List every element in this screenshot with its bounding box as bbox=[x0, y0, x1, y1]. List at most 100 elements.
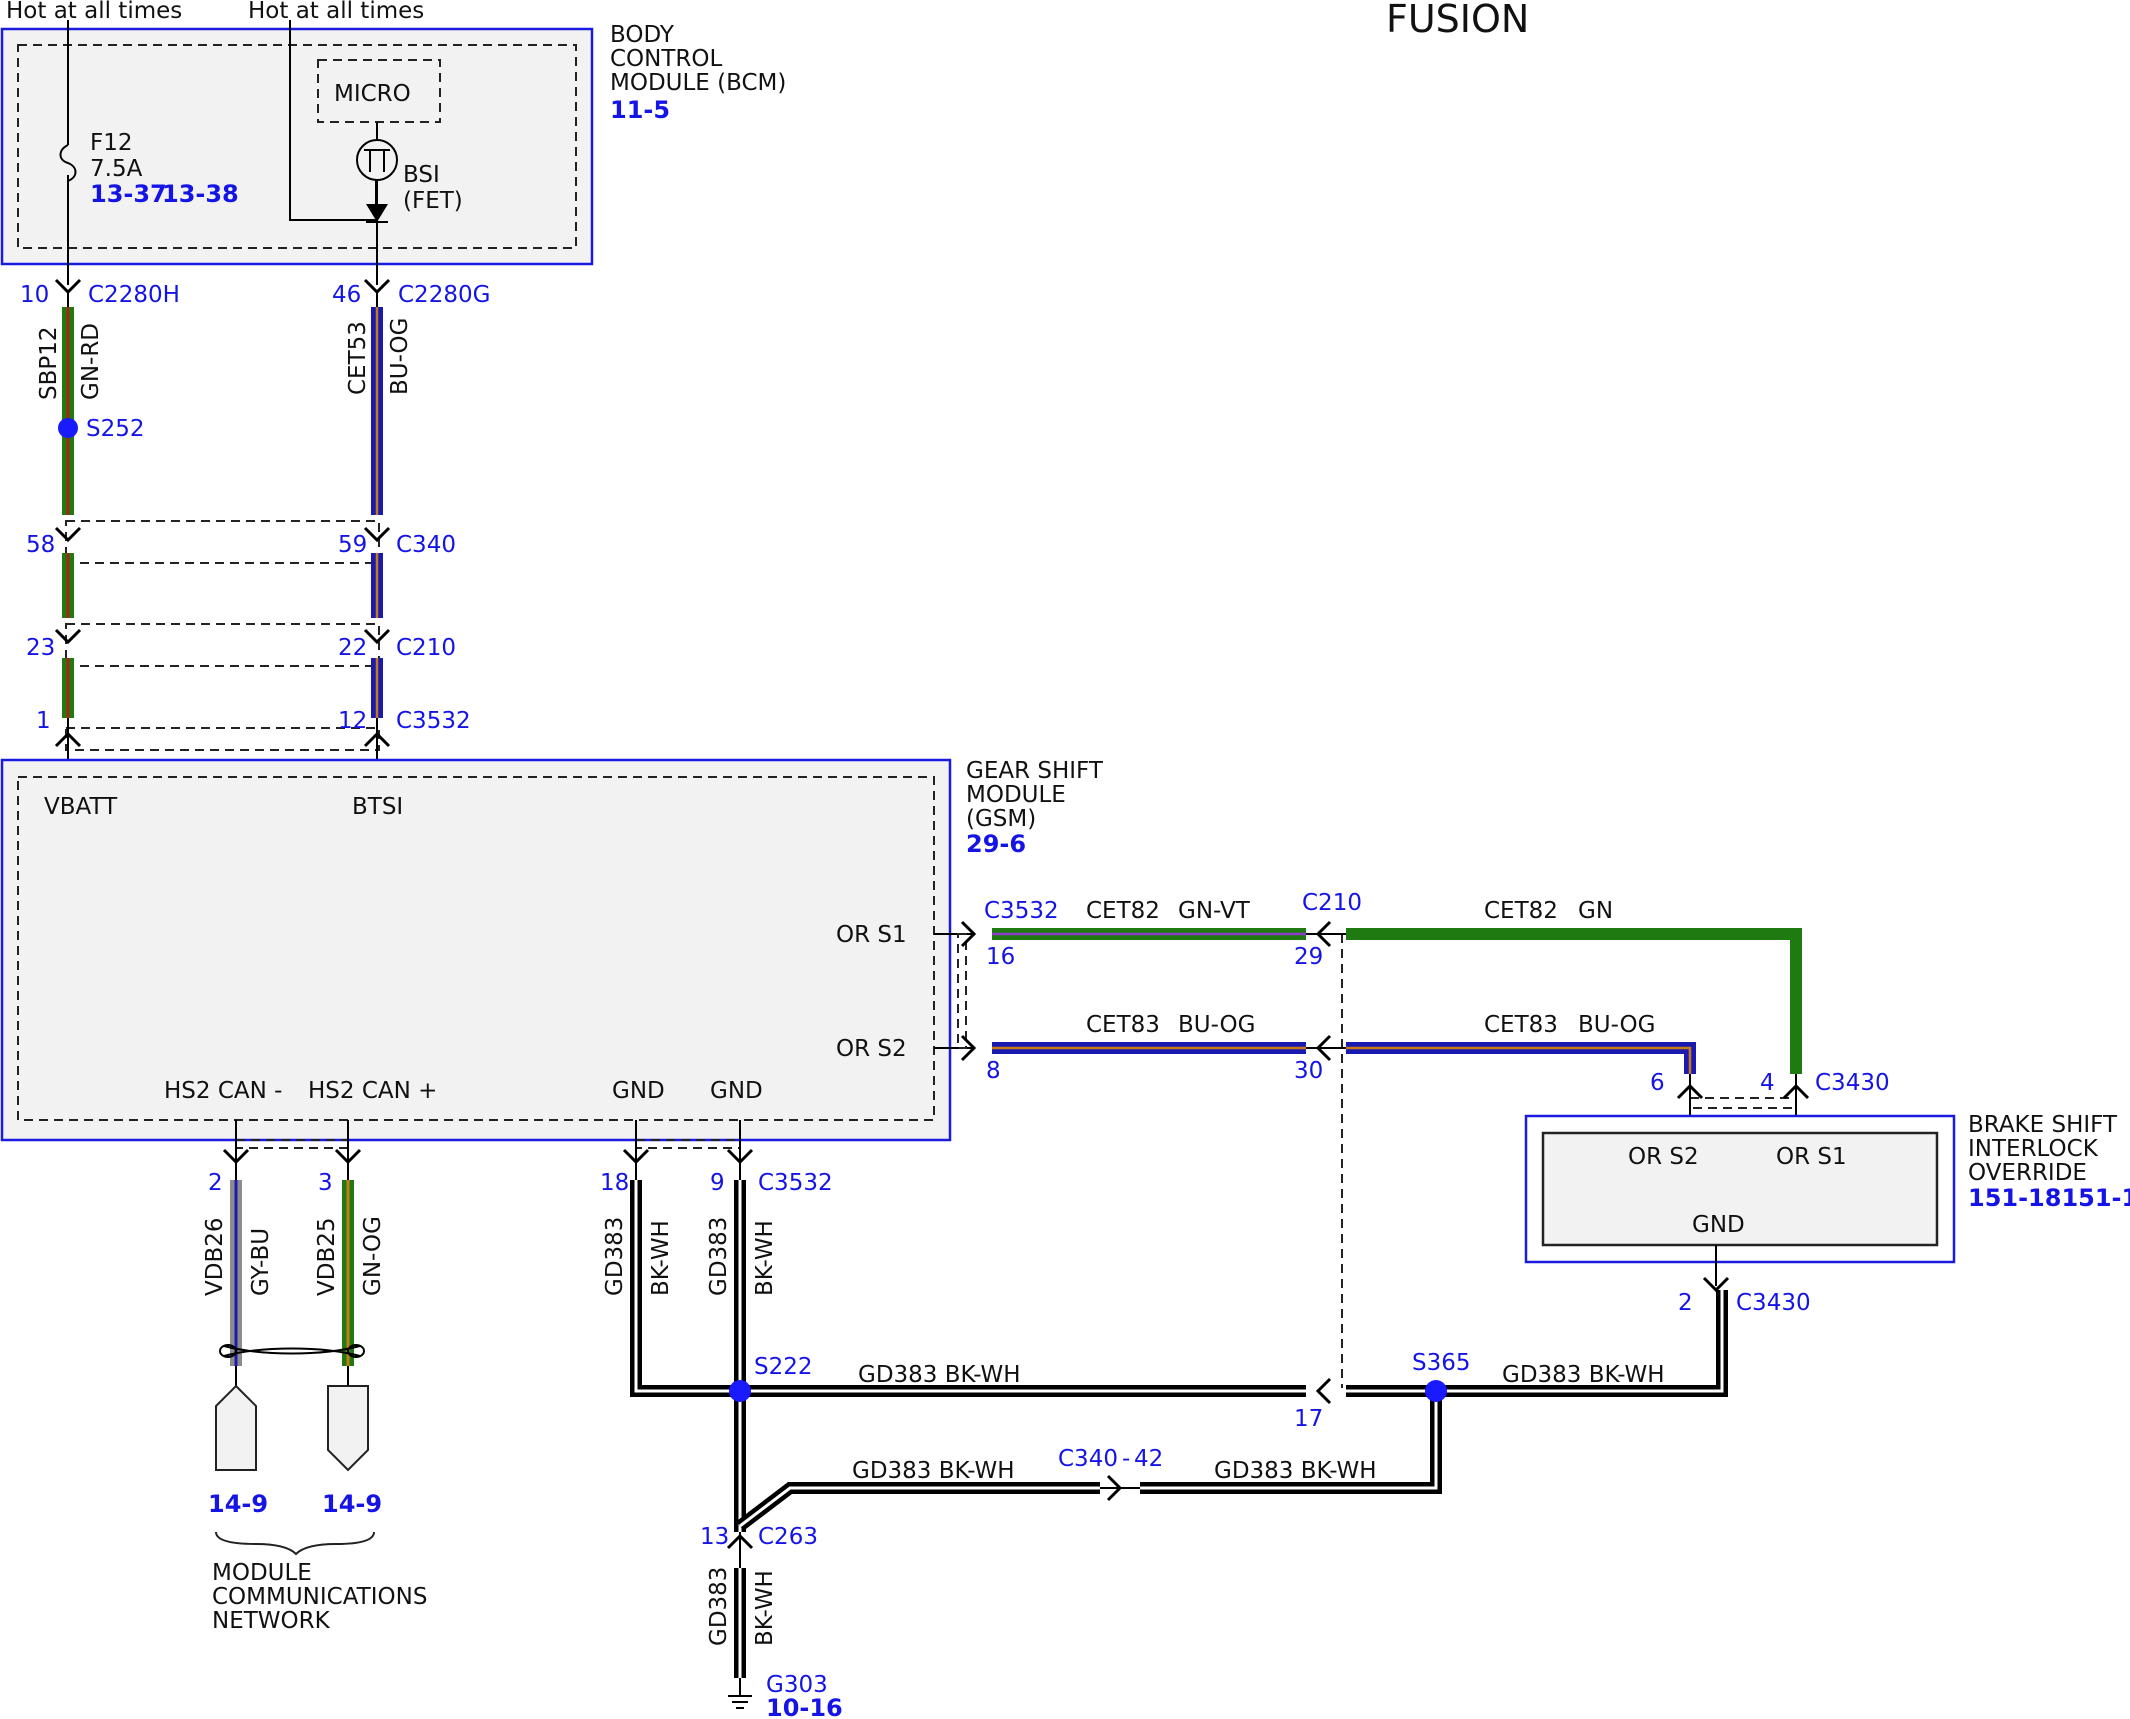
fuse-ref-1[interactable]: 13-37 bbox=[90, 180, 167, 208]
c3532-label[interactable]: C3532 bbox=[396, 708, 471, 734]
gsm-pin-hs2-can-plus: HS2 CAN + bbox=[308, 1078, 437, 1104]
connector-c2280g[interactable]: 46 C2280G bbox=[332, 278, 490, 308]
bsio-name-line3: OVERRIDE bbox=[1968, 1160, 2087, 1186]
splice-s222[interactable] bbox=[729, 1380, 751, 1402]
fet-label: (FET) bbox=[403, 188, 463, 214]
cet83-b-color: BU-OG bbox=[1578, 1012, 1655, 1038]
gd383-18-label: GD383 bbox=[602, 1217, 628, 1296]
c3532-or-label[interactable]: C3532 bbox=[984, 898, 1059, 924]
bsio-pin-gnd: GND bbox=[1692, 1212, 1745, 1238]
bsio-module[interactable] bbox=[1524, 1114, 1956, 1264]
network-label-line2: COMMUNICATIONS bbox=[212, 1584, 427, 1610]
c263-label[interactable]: C263 bbox=[758, 1524, 818, 1550]
bsio-pin-or-s2: OR S2 bbox=[1628, 1144, 1699, 1170]
c3430-label[interactable]: C3430 bbox=[1815, 1070, 1890, 1096]
c340-right-terminal bbox=[363, 526, 391, 543]
gd383-h2-label: GD383 BK-WH bbox=[1502, 1362, 1665, 1388]
gd383-18-color: BK-WH bbox=[648, 1220, 674, 1296]
wire-sbp12[interactable] bbox=[62, 307, 74, 515]
bsio-page-ref[interactable]: 151-18151-19 bbox=[1968, 1184, 2130, 1212]
c210-pin-23: 23 bbox=[26, 635, 55, 661]
gsm-box bbox=[0, 758, 952, 1142]
gsm-name-line3: (GSM) bbox=[966, 806, 1036, 832]
wire-cet83-bu-og-b[interactable] bbox=[1346, 1042, 1696, 1074]
s222-label: S222 bbox=[754, 1354, 813, 1380]
network-label-line3: NETWORK bbox=[212, 1608, 331, 1634]
cet83-a-label: CET83 bbox=[1086, 1012, 1160, 1038]
gsm-pin-gnd-2: GND bbox=[710, 1078, 763, 1104]
bcm-name-line3: MODULE (BCM) bbox=[610, 70, 786, 96]
cet83-b-label: CET83 bbox=[1484, 1012, 1558, 1038]
c263-pin: 13 bbox=[700, 1524, 729, 1550]
connector-c2280h[interactable]: 10 C2280H bbox=[20, 278, 180, 308]
c3532-pin-16: 16 bbox=[986, 944, 1015, 970]
c3430-pin-2: 2 bbox=[1678, 1290, 1693, 1316]
network-ref-1[interactable]: 14-9 bbox=[208, 1490, 268, 1518]
can-pin-2: 2 bbox=[208, 1170, 223, 1196]
bsio-pin-or-s1: OR S1 bbox=[1776, 1144, 1847, 1170]
c210-left-terminal bbox=[54, 628, 82, 645]
gsm-module[interactable] bbox=[0, 758, 952, 1142]
c2280h-pin: 10 bbox=[20, 282, 49, 308]
gd383-h4-label: GD383 BK-WH bbox=[1214, 1458, 1377, 1484]
c3532-pin-8: 8 bbox=[986, 1058, 1001, 1084]
fuse-name: F12 bbox=[90, 130, 133, 156]
cet82-b-color: GN bbox=[1578, 898, 1613, 924]
c340-group bbox=[65, 520, 380, 564]
can-pin-3: 3 bbox=[318, 1170, 333, 1196]
bsio-name-line2: INTERLOCK bbox=[1968, 1136, 2099, 1162]
c3430-pin-6: 6 bbox=[1650, 1070, 1665, 1096]
gsm-pin-or-s1: OR S1 bbox=[836, 922, 907, 948]
hot-at-all-times-label-2: Hot at all times bbox=[248, 0, 424, 24]
gd383-9-color: BK-WH bbox=[752, 1220, 778, 1296]
gsm-page-ref[interactable]: 29-6 bbox=[966, 830, 1026, 858]
c340-pin-59: 59 bbox=[338, 532, 367, 558]
gd383-g-color: BK-WH bbox=[752, 1570, 778, 1646]
bsio-name-line1: BRAKE SHIFT bbox=[1968, 1112, 2118, 1138]
c210-pin-29: 29 bbox=[1294, 944, 1323, 970]
network-ref-2[interactable]: 14-9 bbox=[322, 1490, 382, 1518]
wire-cet83-bu-og-a[interactable] bbox=[992, 1042, 1306, 1054]
wire-vdb25[interactable] bbox=[342, 1180, 354, 1366]
cet53-color: BU-OG bbox=[387, 318, 413, 395]
c3532-top-group bbox=[65, 727, 380, 751]
vdb25-label: VDB25 bbox=[314, 1218, 340, 1297]
fuse-ref-2[interactable]: 13-38 bbox=[162, 180, 239, 208]
gsm-name-line1: GEAR SHIFT bbox=[966, 758, 1104, 784]
c210-or-label[interactable]: C210 bbox=[1302, 890, 1362, 916]
can-network-arrow-down-icon bbox=[327, 1385, 369, 1472]
splice-s252[interactable] bbox=[58, 418, 78, 438]
g303-page-ref[interactable]: 10-16 bbox=[766, 1694, 843, 1719]
gd383-9-label: GD383 bbox=[706, 1217, 732, 1296]
c210-pin-17-terminal bbox=[1315, 1377, 1332, 1405]
vdb25-color: GN-OG bbox=[360, 1216, 386, 1296]
c3532-or-group bbox=[957, 933, 967, 1049]
gd383-g-label: GD383 bbox=[706, 1567, 732, 1646]
gd383-h1-label: GD383 BK-WH bbox=[858, 1362, 1021, 1388]
hot-at-all-times-label-1: Hot at all times bbox=[6, 0, 182, 24]
cet83-a-color: BU-OG bbox=[1178, 1012, 1255, 1038]
fuse-rating: 7.5A bbox=[90, 156, 143, 182]
diagram-title: FUSION bbox=[1386, 0, 1529, 41]
wire-cet53[interactable] bbox=[371, 307, 383, 515]
bcm-name-line2: CONTROL bbox=[610, 46, 723, 72]
c3430-gnd-label[interactable]: C3430 bbox=[1736, 1290, 1811, 1316]
wire-cet82-gn-vt[interactable] bbox=[992, 928, 1306, 940]
c3532-gnd-label[interactable]: C3532 bbox=[758, 1170, 833, 1196]
cet82-a-color: GN-VT bbox=[1178, 898, 1251, 924]
c2280g-label: C2280G bbox=[398, 282, 490, 308]
gsm-pin-gnd-1: GND bbox=[612, 1078, 665, 1104]
c210-label[interactable]: C210 bbox=[396, 635, 456, 661]
wire-vdb26[interactable] bbox=[230, 1180, 242, 1366]
can-network-arrow-up-icon bbox=[215, 1384, 257, 1471]
gnd-pin-9: 9 bbox=[710, 1170, 725, 1196]
bcm-page-ref[interactable]: 11-5 bbox=[610, 96, 670, 124]
c3532-pin-1: 1 bbox=[36, 708, 51, 734]
splice-s365[interactable] bbox=[1425, 1380, 1447, 1402]
c210-group bbox=[65, 623, 380, 667]
cet53-label: CET53 bbox=[345, 321, 371, 395]
c210-right-terminal bbox=[363, 628, 391, 645]
cet82-a-label: CET82 bbox=[1086, 898, 1160, 924]
c340-label[interactable]: C340 bbox=[396, 532, 456, 558]
c340-42-label[interactable]: C340 bbox=[1058, 1446, 1118, 1472]
